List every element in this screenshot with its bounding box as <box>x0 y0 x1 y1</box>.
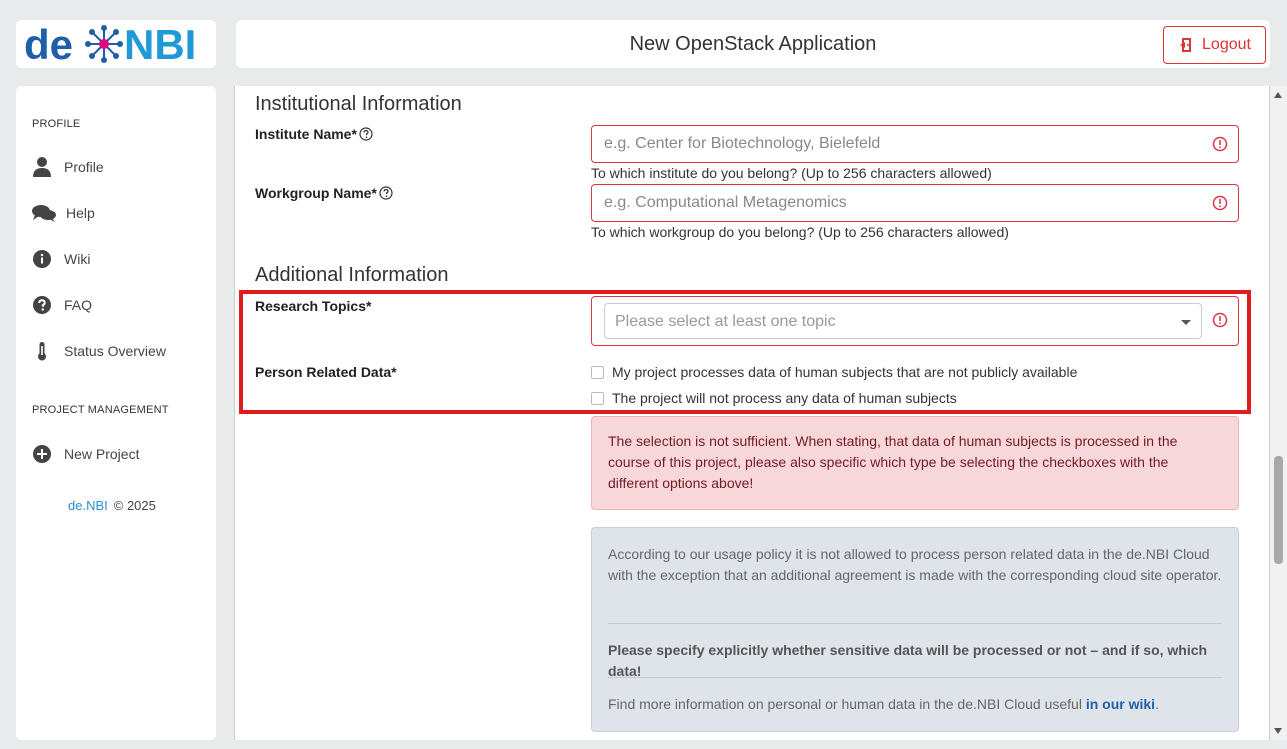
application-form: Institutional Information Institute Name… <box>234 86 1270 740</box>
page-title: New OpenStack Application <box>629 33 877 55</box>
info-paragraph-wiki: Find more information on personal or hum… <box>608 694 1222 715</box>
error-icon <box>1212 136 1228 152</box>
sidebar-item-wiki[interactable]: Wiki <box>32 247 90 271</box>
sidebar-footer: de.NBI © 2025 <box>68 498 156 513</box>
thermometer-icon <box>32 341 52 361</box>
logo-text-nbi: NBI <box>124 22 196 66</box>
user-icon <box>32 157 52 177</box>
logo-text-de: de <box>24 22 73 66</box>
logout-label: Logout <box>1202 36 1251 53</box>
institute-name-input[interactable]: e.g. Center for Biotechnology, Bielefeld <box>591 125 1239 163</box>
validation-error-alert: The selection is not sufficient. When st… <box>591 416 1239 510</box>
workgroup-name-placeholder: e.g. Computational Metagenomics <box>604 194 847 211</box>
info-paragraph-specify: Please specify explicitly whether sensit… <box>608 642 1208 679</box>
institute-name-hint: To which institute do you belong? (Up to… <box>591 165 992 181</box>
sidebar-item-label: Status Overview <box>64 343 166 359</box>
wiki-link[interactable]: in our wiki <box>1086 696 1155 712</box>
sidebar-item-label: FAQ <box>64 297 93 313</box>
logo-network-mark <box>85 25 123 63</box>
logout-button[interactable]: Logout <box>1163 26 1266 64</box>
workgroup-name-label: Workgroup Name* <box>255 185 393 201</box>
error-icon <box>1212 195 1228 211</box>
divider <box>608 677 1222 678</box>
sidebar-item-profile[interactable]: Profile <box>32 155 104 179</box>
sidebar-item-label: Profile <box>64 159 104 175</box>
institute-name-label: Institute Name* <box>255 126 373 142</box>
logo[interactable]: de NBI <box>16 20 216 68</box>
scroll-down-arrow-icon[interactable] <box>1274 728 1282 734</box>
sidebar-item-help[interactable]: Help <box>32 201 95 225</box>
question-icon <box>32 295 52 315</box>
footer-copyright: © 2025 <box>113 498 156 513</box>
additional-info-heading: Additional Information <box>255 264 449 286</box>
institute-name-label-text: Institute Name* <box>255 126 357 142</box>
sidebar-item-label: Help <box>66 205 95 221</box>
project-management-heading: PROJECT MANAGEMENT <box>32 404 169 416</box>
sidebar-item-faq[interactable]: FAQ <box>32 293 92 317</box>
door-exit-icon <box>1180 38 1192 52</box>
workgroup-name-label-text: Workgroup Name* <box>255 185 377 201</box>
profile-section-heading: PROFILE <box>32 118 81 130</box>
help-question-icon[interactable] <box>359 127 373 141</box>
info-wiki-text: Find more information on personal or hum… <box>608 696 1086 712</box>
info-icon <box>32 249 52 269</box>
denbi-logo-icon: de NBI <box>24 22 196 66</box>
sidebar-item-label: Wiki <box>64 251 91 267</box>
sidebar-item-label: New Project <box>64 446 140 462</box>
usage-policy-info: According to our usage policy it is not … <box>591 527 1239 732</box>
scroll-up-arrow-icon[interactable] <box>1274 92 1282 98</box>
scrollbar-thumb[interactable] <box>1274 456 1283 564</box>
help-question-icon[interactable] <box>379 186 393 200</box>
plus-circle-icon <box>32 444 52 464</box>
sidebar-item-status-overview[interactable]: Status Overview <box>32 339 166 363</box>
info-paragraph-policy: According to our usage policy it is not … <box>608 546 1222 583</box>
institutional-info-heading: Institutional Information <box>255 93 462 115</box>
chat-icon <box>32 203 56 223</box>
workgroup-name-input[interactable]: e.g. Computational Metagenomics <box>591 184 1239 222</box>
sidebar-item-new-project[interactable]: New Project <box>32 442 139 466</box>
institute-name-placeholder: e.g. Center for Biotechnology, Bielefeld <box>604 135 881 152</box>
workgroup-name-hint: To which workgroup do you belong? (Up to… <box>591 224 1009 240</box>
highlight-frame <box>239 290 1251 414</box>
info-wiki-end: . <box>1155 696 1159 712</box>
footer-brand-link[interactable]: de.NBI <box>68 498 108 513</box>
divider <box>608 623 1222 624</box>
sidebar: PROFILE Profile Help Wiki FAQ Status Ove… <box>16 86 216 740</box>
page-scrollbar[interactable] <box>1270 86 1287 740</box>
header-bar: New OpenStack Application Logout <box>236 20 1270 68</box>
